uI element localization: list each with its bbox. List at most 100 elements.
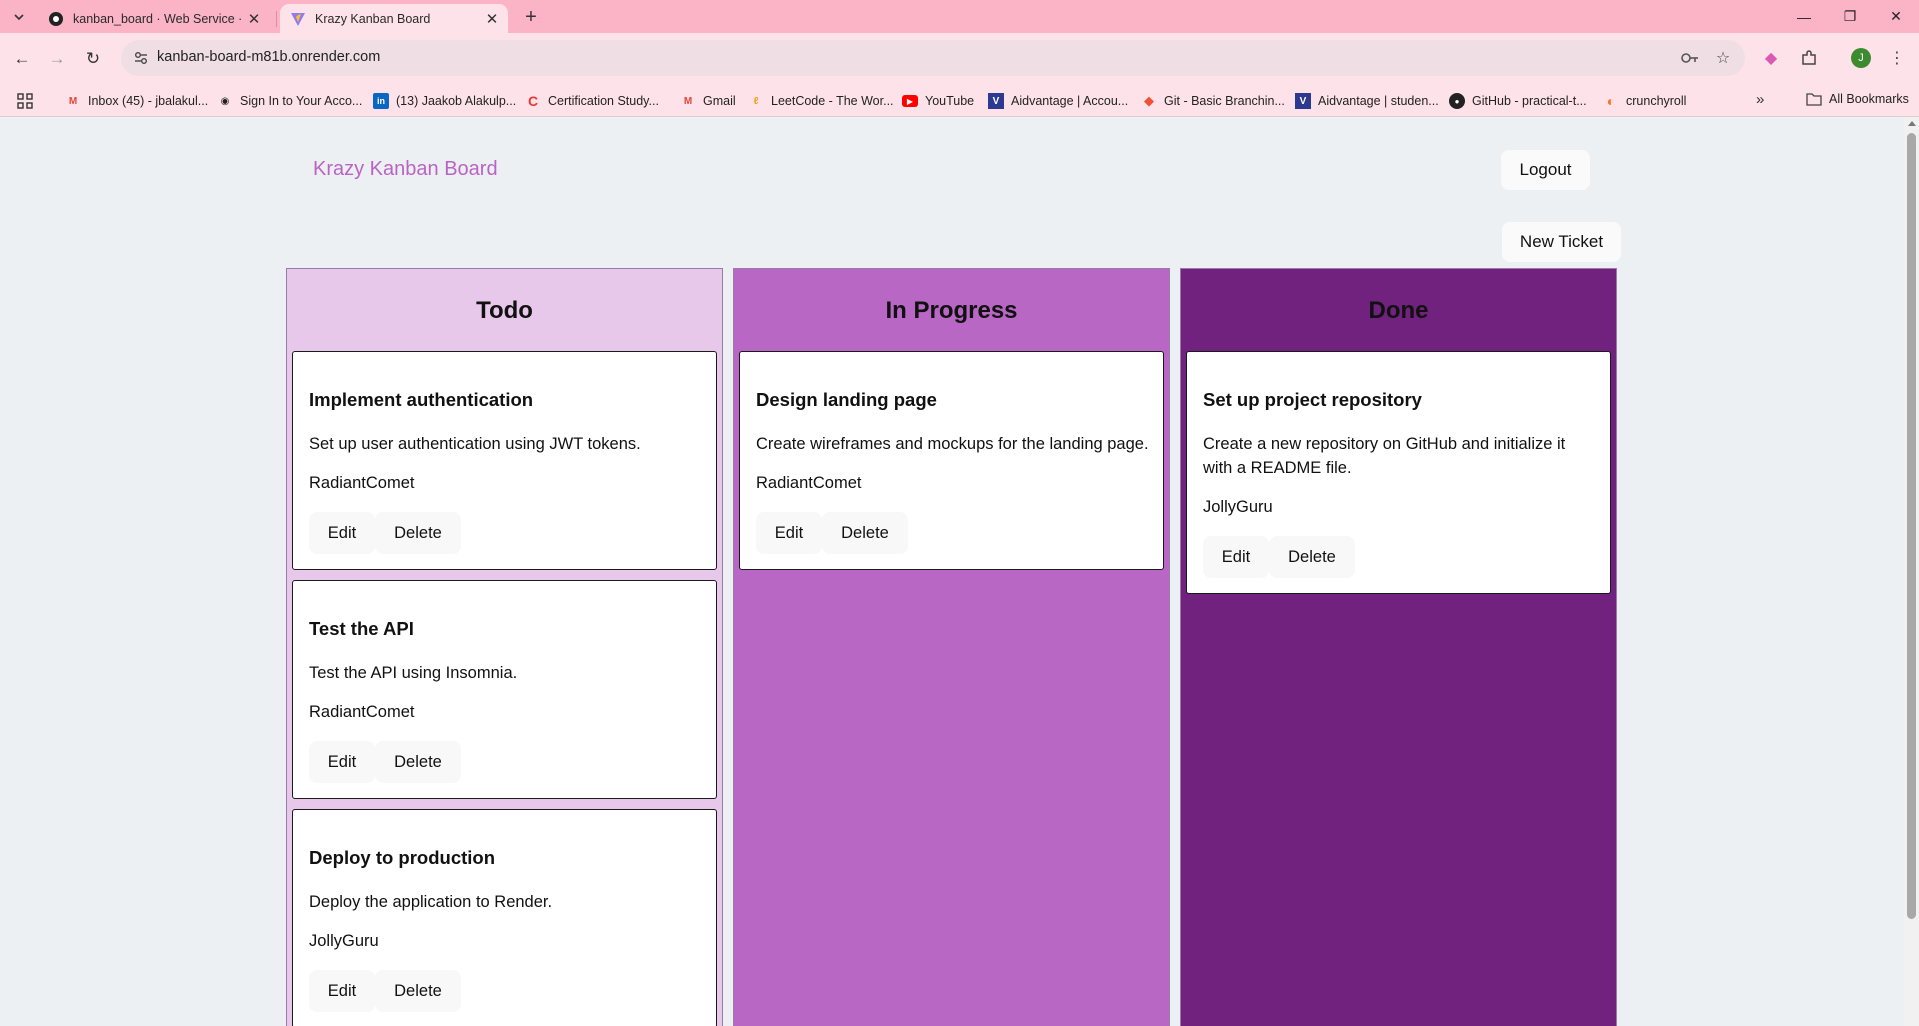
bookmark-leetcode[interactable]: ℓ LeetCode - The Wor... [748, 91, 894, 111]
ticket-assignee: RadiantComet [309, 474, 415, 492]
new-tab-plus-icon[interactable]: + [519, 5, 543, 29]
github-icon: ● [1449, 93, 1465, 109]
bookmark-label: Git - Basic Branchin... [1164, 94, 1285, 108]
bookmark-sign-in[interactable]: ◉ Sign In to Your Acco... [217, 91, 363, 111]
back-arrow-icon[interactable]: ← [9, 46, 35, 72]
tab-title: kanban_board · Web Service · [73, 11, 243, 26]
bookmark-label: Sign In to Your Acco... [240, 94, 363, 108]
bookmark-star-icon[interactable]: ☆ [1714, 49, 1732, 67]
minimize-icon[interactable]: — [1781, 0, 1827, 33]
tab-render-dashboard[interactable]: kanban_board · Web Service · ✕ [38, 4, 270, 33]
bookmark-gmail[interactable]: M Gmail [680, 91, 736, 111]
site-info-icon[interactable] [133, 50, 149, 66]
bookmark-certification[interactable]: C Certification Study... [525, 91, 659, 111]
brand-title[interactable]: Krazy Kanban Board [313, 158, 498, 181]
vite-favicon-icon [290, 11, 306, 27]
logout-button[interactable]: Logout [1501, 150, 1590, 190]
column-title: Done [1368, 297, 1429, 324]
tab-close-icon[interactable]: ✕ [482, 9, 502, 29]
ticket-card: Design landing page Create wireframes an… [739, 351, 1164, 570]
column-todo: Todo Implement authentication Set up use… [286, 268, 723, 1026]
delete-button[interactable]: Delete [375, 741, 461, 783]
bookmark-linkedin[interactable]: in (13) Jaakob Alakulp... [373, 91, 516, 111]
profile-avatar[interactable]: J [1851, 48, 1871, 68]
edit-button[interactable]: Edit [1203, 536, 1269, 578]
bookmark-label: crunchyroll [1626, 94, 1687, 108]
new-ticket-button[interactable]: New Ticket [1502, 222, 1621, 262]
extensions-puzzle-icon[interactable] [1797, 46, 1821, 70]
bookmark-label: Aidvantage | Accou... [1011, 94, 1129, 108]
all-bookmarks[interactable]: All Bookmarks [1806, 91, 1909, 107]
page-scrollbar[interactable] [1904, 117, 1919, 1026]
edit-button[interactable]: Edit [309, 741, 375, 783]
bookmark-github[interactable]: ● GitHub - practical-t... [1449, 91, 1587, 111]
ticket-card: Test the API Test the API using Insomnia… [292, 580, 717, 799]
bookmark-youtube[interactable]: ▶ YouTube [902, 91, 974, 111]
column-done: Done Set up project repository Create a … [1180, 268, 1617, 1026]
youtube-icon: ▶ [902, 95, 918, 107]
delete-button[interactable]: Delete [822, 512, 908, 554]
ticket-card: Deploy to production Deploy the applicat… [292, 809, 717, 1026]
gmail-icon: M [68, 95, 78, 107]
column-title: Todo [476, 297, 533, 324]
kanban-page: Krazy Kanban Board Logout New Ticket Tod… [0, 117, 1904, 1026]
bookmark-label: Aidvantage | studen... [1318, 94, 1439, 108]
bookmark-label: GitHub - practical-t... [1472, 94, 1587, 108]
tab-krazy-kanban[interactable]: Krazy Kanban Board ✕ [280, 4, 508, 33]
tab-close-icon[interactable]: ✕ [244, 9, 264, 29]
tab-title: Krazy Kanban Board [315, 11, 431, 26]
delete-button[interactable]: Delete [1269, 536, 1355, 578]
bookmark-crunchyroll[interactable]: ◐ crunchyroll [1603, 91, 1687, 111]
ticket-description: Create wireframes and mockups for the la… [756, 435, 1149, 453]
ticket-title: Test the API [309, 618, 414, 639]
ticket-description: Test the API using Insomnia. [309, 664, 518, 682]
browser-menu-kebab-icon[interactable]: ⋮ [1885, 46, 1909, 70]
git-icon: ◆ [1144, 93, 1154, 108]
restore-icon[interactable]: ❐ [1827, 0, 1873, 33]
ticket-actions: Edit Delete [309, 741, 461, 783]
address-bar[interactable]: kanban-board-m81b.onrender.com ☆ [121, 40, 1745, 76]
password-key-icon[interactable] [1681, 49, 1699, 67]
delete-button[interactable]: Delete [375, 970, 461, 1012]
folder-icon [1806, 91, 1822, 107]
ticket-assignee: RadiantComet [309, 703, 415, 721]
reload-icon[interactable]: ↻ [80, 46, 106, 72]
bookmark-label: LeetCode - The Wor... [771, 94, 894, 108]
extension-ai-icon[interactable]: ◆ [1759, 46, 1783, 70]
ticket-assignee: JollyGuru [309, 932, 379, 950]
ticket-description: Create a new repository on GitHub and in… [1203, 435, 1566, 477]
forward-arrow-icon[interactable]: → [44, 46, 70, 72]
ticket-assignee: RadiantComet [756, 474, 862, 492]
browser-toolbar: ← → ↻ kanban-board-m81b.onrender.com ☆ ◆… [0, 33, 1919, 84]
ticket-card: Implement authentication Set up user aut… [292, 351, 717, 570]
ticket-actions: Edit Delete [309, 970, 461, 1012]
gmail-icon: M [683, 95, 693, 107]
ticket-title: Set up project repository [1203, 389, 1422, 410]
browser-tabstrip: kanban_board · Web Service · ✕ Krazy Kan… [0, 0, 1919, 33]
edit-button[interactable]: Edit [309, 512, 375, 554]
coursera-icon: C [527, 93, 539, 109]
linkedin-icon: in [373, 93, 389, 109]
bookmark-aidvantage-student[interactable]: V Aidvantage | studen... [1295, 91, 1439, 111]
url-text: kanban-board-m81b.onrender.com [157, 49, 381, 65]
bookmark-inbox[interactable]: M Inbox (45) - jbalakul... [65, 91, 208, 111]
ticket-title: Deploy to production [309, 847, 496, 868]
apps-grid-icon[interactable] [16, 92, 34, 110]
ticket-card: Set up project repository Create a new r… [1186, 351, 1611, 594]
bookmark-label: Gmail [703, 94, 736, 108]
render-favicon-icon [48, 11, 64, 27]
globe-icon: ◉ [220, 95, 230, 107]
bookmark-label: Certification Study... [548, 94, 659, 108]
more-bookmarks-chevron-icon[interactable]: » [1756, 91, 1764, 108]
close-window-icon[interactable]: ✕ [1873, 0, 1919, 33]
bookmark-git-branching[interactable]: ◆ Git - Basic Branchin... [1141, 91, 1285, 111]
scrollbar-thumb[interactable] [1907, 133, 1916, 919]
ticket-description: Deploy the application to Render. [309, 893, 553, 911]
scroll-up-arrow-icon[interactable] [1908, 121, 1916, 126]
delete-button[interactable]: Delete [375, 512, 461, 554]
edit-button[interactable]: Edit [756, 512, 822, 554]
edit-button[interactable]: Edit [309, 970, 375, 1012]
bookmark-label: YouTube [925, 94, 975, 108]
tab-search-chevron-icon[interactable] [8, 6, 30, 28]
bookmark-aidvantage-account[interactable]: V Aidvantage | Accou... [988, 91, 1128, 111]
